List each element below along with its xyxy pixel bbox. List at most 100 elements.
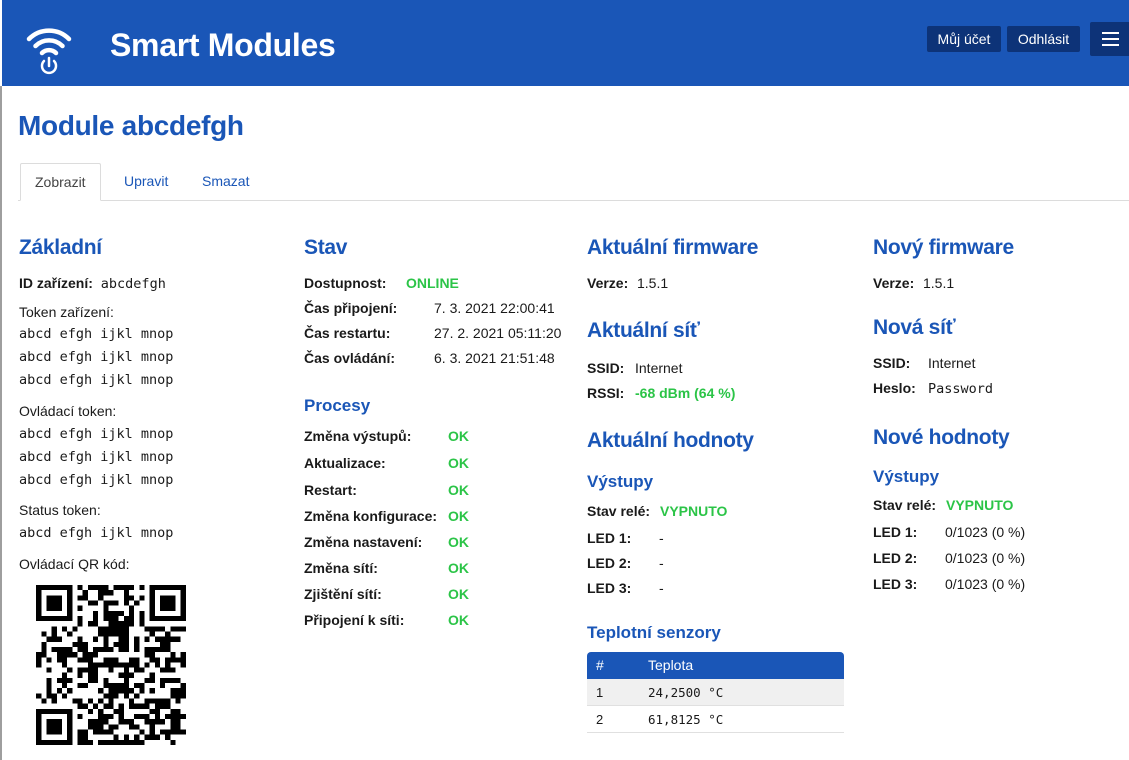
- tabs-divider: [18, 200, 1129, 201]
- column-header: #: [596, 657, 604, 673]
- current-led-label: LED 2:: [587, 555, 632, 571]
- device-id-label: ID zařízení:: [19, 275, 93, 291]
- new-led-label: LED 3:: [873, 576, 918, 592]
- page-title: Module abcdefgh: [18, 110, 244, 141]
- process-label: Restart:: [304, 482, 357, 498]
- qr-finder-square: [46, 595, 62, 611]
- connect-time-value: 7. 3. 2021 22:00:41: [434, 300, 555, 316]
- basic-heading: Základní: [19, 236, 102, 259]
- new-version-value: 1.5.1: [923, 275, 955, 291]
- process-status: OK: [448, 428, 469, 444]
- password-label: Heslo:: [873, 380, 916, 396]
- current-relay-value: VYPNUTO: [660, 503, 728, 519]
- status-token-label: Status token:: [19, 502, 101, 518]
- current-version-value: 1.5.1: [637, 275, 669, 291]
- new-version-label: Verze:: [873, 275, 915, 291]
- wifi-power-icon: [26, 28, 72, 75]
- new-firmware-heading: Nový firmware: [873, 236, 1014, 259]
- menu-button[interactable]: [1090, 22, 1129, 56]
- table-row: 2 61,8125 °C: [587, 706, 844, 733]
- new-led-label: LED 1:: [873, 524, 918, 540]
- process-label: Změna sítí:: [304, 560, 378, 576]
- sensors-table: # Teplota 1 24,2500 °C 2 61,8125 °C: [587, 652, 844, 733]
- table-cell: 61,8125 °C: [648, 712, 724, 727]
- process-label: Aktualizace:: [304, 455, 386, 471]
- status-heading: Stav: [304, 236, 348, 259]
- current-ssid-value: Internet: [635, 360, 683, 376]
- table-header: # Teplota: [587, 652, 844, 679]
- process-status: OK: [448, 455, 469, 471]
- current-led-value: -: [659, 530, 664, 546]
- brand-title[interactable]: Smart Modules: [110, 27, 336, 64]
- table-cell: 1: [596, 685, 604, 700]
- control-token-label: Ovládací token:: [19, 403, 117, 419]
- new-led-value: 0/1023 (0 %): [945, 576, 1026, 592]
- process-label: Změna výstupů:: [304, 428, 412, 444]
- control-time-value: 6. 3. 2021 21:51:48: [434, 350, 555, 366]
- new-led-value: 0/1023 (0 %): [945, 550, 1026, 566]
- availability-value: ONLINE: [406, 275, 459, 291]
- process-status: OK: [448, 612, 469, 628]
- rssi-value: -68 dBm (64 %): [635, 385, 736, 401]
- current-firmware-heading: Aktuální firmware: [587, 236, 759, 259]
- current-led-value: -: [659, 580, 664, 596]
- current-led-label: LED 3:: [587, 580, 632, 596]
- current-ssid-label: SSID:: [587, 360, 625, 376]
- connect-time-label: Čas připojení:: [304, 300, 398, 316]
- table-cell: 24,2500 °C: [648, 685, 724, 700]
- new-led-value: 0/1023 (0 %): [945, 524, 1026, 540]
- new-outputs-heading: Výstupy: [873, 467, 940, 486]
- process-status: OK: [448, 586, 469, 602]
- current-relay-label: Stav relé:: [587, 503, 651, 519]
- current-led-value: -: [659, 555, 664, 571]
- new-values-heading: Nové hodnoty: [873, 426, 1010, 449]
- qr-label: Ovládací QR kód:: [19, 556, 130, 572]
- new-relay-label: Stav relé:: [873, 497, 937, 513]
- control-token-line: abcd efgh ijkl mnop: [19, 449, 174, 465]
- current-network-heading: Aktuální síť: [587, 319, 700, 342]
- device-id-value: abcdefgh: [100, 276, 166, 292]
- left-border: [0, 86, 2, 760]
- restart-time-label: Čas restartu:: [304, 325, 391, 341]
- current-outputs-heading: Výstupy: [587, 472, 654, 491]
- new-network-heading: Nová síť: [873, 316, 956, 339]
- current-values-heading: Aktuální hodnoty: [587, 429, 754, 452]
- process-label: Připojení k síti:: [304, 612, 405, 628]
- process-status: OK: [448, 482, 469, 498]
- current-led-label: LED 1:: [587, 530, 632, 546]
- sensors-heading: Teplotní senzory: [587, 623, 721, 642]
- hamburger-icon: [1102, 32, 1119, 34]
- table-row: 1 24,2500 °C: [587, 679, 844, 706]
- process-status: OK: [448, 560, 469, 576]
- control-token-line: abcd efgh ijkl mnop: [19, 426, 174, 442]
- current-version-label: Verze:: [587, 275, 629, 291]
- process-status: OK: [448, 508, 469, 524]
- processes-heading: Procesy: [304, 396, 371, 415]
- new-ssid-value: Internet: [928, 355, 976, 371]
- control-token-line: abcd efgh ijkl mnop: [19, 472, 174, 488]
- process-status: OK: [448, 534, 469, 550]
- process-label: Změna nastavení:: [304, 534, 423, 550]
- table-cell: 2: [596, 712, 604, 727]
- process-label: Změna konfigurace:: [304, 508, 438, 524]
- qr-code-image: [36, 585, 186, 745]
- logout-button[interactable]: Odhlásit: [1007, 26, 1080, 52]
- tab-delete[interactable]: Smazat: [188, 163, 263, 201]
- device-token-line: abcd efgh ijkl mnop: [19, 372, 174, 388]
- top-header: Smart Modules Můj účet Odhlásit: [2, 0, 1129, 86]
- qr-finder-square: [46, 719, 62, 735]
- password-value: Password: [928, 381, 994, 397]
- my-account-button[interactable]: Můj účet: [927, 26, 1001, 52]
- restart-time-value: 27. 2. 2021 05:11:20: [434, 325, 562, 341]
- availability-label: Dostupnost:: [304, 275, 387, 291]
- column-header: Teplota: [648, 657, 694, 673]
- rssi-label: RSSI:: [587, 385, 625, 401]
- status-token-line: abcd efgh ijkl mnop: [19, 525, 174, 541]
- process-label: Zjištění sítí:: [304, 586, 382, 602]
- new-relay-value: VYPNUTO: [946, 497, 1014, 513]
- tab-edit[interactable]: Upravit: [110, 163, 182, 201]
- new-led-label: LED 2:: [873, 550, 918, 566]
- device-token-label: Token zařízení:: [19, 304, 114, 320]
- tab-view[interactable]: Zobrazit: [20, 163, 101, 201]
- qr-finder-square: [160, 595, 176, 611]
